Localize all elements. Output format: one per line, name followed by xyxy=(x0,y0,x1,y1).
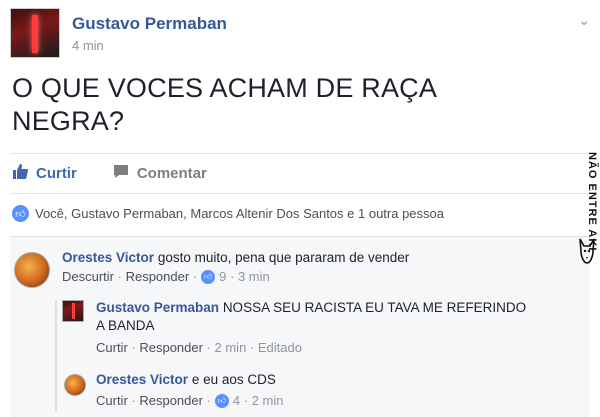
reply-body: Gustavo Permaban NOSSA SEU RACISTA EU TA… xyxy=(96,300,526,355)
thumbs-up-icon xyxy=(12,163,28,183)
commenter-avatar[interactable] xyxy=(14,252,50,288)
like-count[interactable]: 4 xyxy=(233,393,240,408)
post-actions: Curtir Comentar xyxy=(12,160,243,186)
like-label: Curtir xyxy=(36,164,77,182)
like-reaction-icon: 👍︎ xyxy=(12,205,29,222)
post-author-name[interactable]: Gustavo Permaban xyxy=(72,14,227,34)
reply-author-avatar[interactable] xyxy=(64,374,86,396)
reply-thread-line xyxy=(55,300,57,412)
reply-text: NOSSA SEU RACISTA EU TAVA ME REFERINDO xyxy=(222,300,527,315)
comment-meta: Descurtir · Responder · 👍︎ 9 · 3 min xyxy=(62,269,409,284)
reply-link[interactable]: Responder xyxy=(139,340,203,355)
separator: · xyxy=(127,340,140,355)
comment-time[interactable]: 3 min xyxy=(238,269,270,284)
separator: · xyxy=(202,340,215,355)
reactions-summary[interactable]: 👍︎ Você, Gustavo Permaban, Marcos Alteni… xyxy=(12,205,444,222)
comment-text: gosto muito, pena que pararam de vender xyxy=(157,250,410,265)
post-timestamp[interactable]: 4 min xyxy=(72,38,104,53)
post-text-line: O QUE VOCES ACHAM DE RAÇA xyxy=(12,73,438,103)
reply-author-name[interactable]: Gustavo Permaban xyxy=(96,300,219,315)
reply-meta: Curtir · Responder · 2 min · Editado xyxy=(96,340,526,355)
reply-author-avatar[interactable] xyxy=(62,300,84,322)
reply-body: Orestes Victor e eu aos CDS Curtir · Res… xyxy=(96,372,284,408)
post-text-line: NEGRA? xyxy=(12,106,125,136)
separator: · xyxy=(226,269,238,284)
reply: Gustavo Permaban NOSSA SEU RACISTA EU TA… xyxy=(62,300,562,360)
reply-link[interactable]: Responder xyxy=(126,269,190,284)
separator: · xyxy=(189,269,198,284)
chevron-down-icon[interactable]: ⌄ xyxy=(578,12,590,29)
separator: · xyxy=(202,393,211,408)
divider xyxy=(10,193,590,194)
comment-bubble-icon xyxy=(113,164,129,183)
dog-logo-icon xyxy=(578,237,596,265)
separator: · xyxy=(127,393,140,408)
reply-text: e eu aos CDS xyxy=(191,372,276,387)
like-link[interactable]: Curtir xyxy=(96,340,128,355)
reply-text-continued: A BANDA xyxy=(96,318,155,333)
commenter-name[interactable]: Orestes Victor xyxy=(62,250,154,265)
separator: · xyxy=(246,340,258,355)
reply-time[interactable]: 2 min xyxy=(215,340,247,355)
separator: · xyxy=(240,393,252,408)
separator: · xyxy=(114,269,126,284)
like-link[interactable]: Curtir xyxy=(96,393,128,408)
edited-label[interactable]: Editado xyxy=(258,340,302,355)
post-text: O QUE VOCES ACHAM DE RAÇA NEGRA? xyxy=(12,72,572,138)
reply-link[interactable]: Responder xyxy=(139,393,203,408)
reply-author-name[interactable]: Orestes Victor xyxy=(96,372,188,387)
like-button[interactable]: Curtir xyxy=(12,163,77,183)
author-avatar[interactable] xyxy=(10,8,60,58)
reply-time[interactable]: 2 min xyxy=(252,393,284,408)
divider xyxy=(10,153,590,154)
reply-meta: Curtir · Responder · 👍︎ 4 · 2 min xyxy=(96,393,284,408)
comment-button[interactable]: Comentar xyxy=(113,164,207,183)
comment-label: Comentar xyxy=(136,164,207,182)
post-header: Gustavo Permaban 4 min ⌄ xyxy=(10,8,590,64)
comment: Orestes Victor gosto muito, pena que par… xyxy=(14,250,554,294)
like-count-icon: 👍︎ xyxy=(201,269,216,284)
like-count-icon: 👍︎ xyxy=(214,393,229,408)
reactions-text: Você, Gustavo Permaban, Marcos Altenir D… xyxy=(35,206,444,221)
like-count[interactable]: 9 xyxy=(219,269,226,284)
comment-body: Orestes Victor gosto muito, pena que par… xyxy=(62,250,409,284)
unlike-link[interactable]: Descurtir xyxy=(62,269,114,284)
reply: Orestes Victor e eu aos CDS Curtir · Res… xyxy=(62,372,562,412)
